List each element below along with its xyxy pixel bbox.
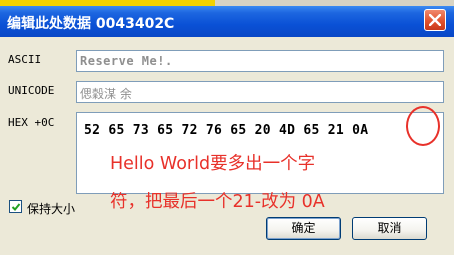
annotation-line-2: 符，把最后一个21-改为 0A bbox=[110, 192, 325, 212]
keep-size-checkbox[interactable] bbox=[9, 200, 22, 213]
unicode-label: UNICODE bbox=[8, 84, 55, 97]
title-bar[interactable]: 编辑此处数据 0043402C bbox=[0, 6, 454, 37]
close-button[interactable] bbox=[424, 9, 446, 31]
unicode-field[interactable]: 偲穀湈 余 bbox=[76, 81, 444, 103]
hex-label: HEX +0C bbox=[8, 116, 55, 129]
ascii-label: ASCII bbox=[8, 53, 42, 66]
cancel-button[interactable]: 取消 bbox=[352, 217, 427, 240]
ascii-field[interactable]: Reserve Me!. bbox=[76, 50, 444, 72]
close-icon bbox=[429, 14, 441, 26]
annotation-line-1: Hello World要多出一个字 bbox=[110, 154, 316, 174]
window-title: 编辑此处数据 0043402C bbox=[7, 16, 175, 32]
annotation-circle bbox=[406, 106, 440, 146]
ok-button[interactable]: 确定 bbox=[266, 217, 341, 240]
keep-size-label: 保持大小 bbox=[27, 202, 76, 216]
checkmark-icon bbox=[11, 203, 21, 211]
